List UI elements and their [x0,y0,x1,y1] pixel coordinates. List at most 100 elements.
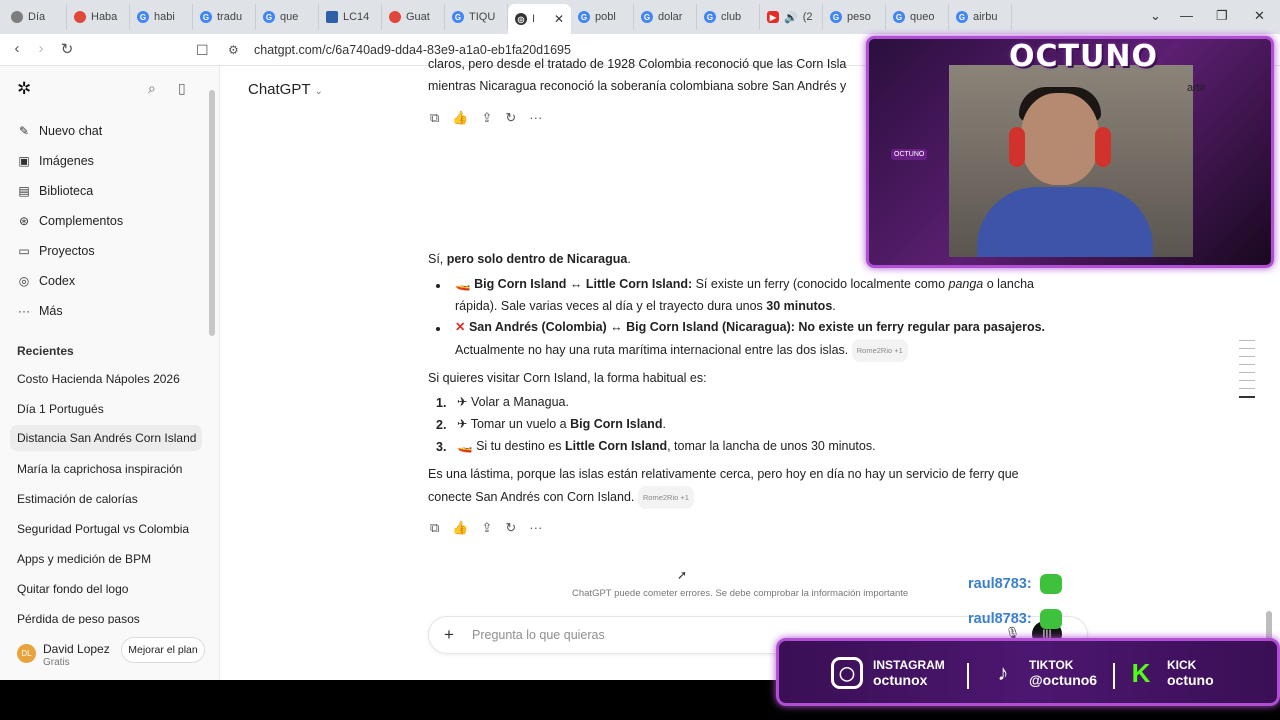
sidebar-item-plugins[interactable]: ⊛ Complementos [17,214,123,228]
text: . [832,298,836,313]
share-icon[interactable]: ⇪ [481,520,492,536]
chat-username: raul8783: [968,576,1032,592]
social-kick: K KICK octuno [1125,657,1214,689]
sidebar-item-more[interactable]: ··· Más [17,304,63,318]
thumbs-icon[interactable]: 👍 [452,110,468,126]
share-icon[interactable]: ⇪ [481,110,492,126]
cross-icon: ✕ [455,320,466,334]
text: rápida). Sale varias veces al día y el t… [455,298,767,313]
message-actions: ⧉ 👍 ⇪ ↻ ··· [430,110,542,126]
browser-tab[interactable]: Gpobl [571,4,634,30]
bookmark-icon[interactable]: ☐ [196,42,209,59]
user-plan: Gratis [43,657,70,668]
reload-icon[interactable]: ↻ [54,40,80,58]
browser-tab[interactable]: Gclub [697,4,760,30]
plane-icon: ✈ [457,417,468,431]
sidebar-item-library[interactable]: ▤ Biblioteca [17,184,93,198]
browser-tab[interactable]: ▶ 🔊 (2 [760,4,823,30]
model-selector[interactable]: ChatGPT ⌄ [248,81,323,98]
chatgpt-logo-icon[interactable]: ✲ [17,80,35,98]
thumbs-icon[interactable]: 👍 [452,520,468,536]
sidebar-scrollbar[interactable] [209,90,215,336]
recent-chat-active[interactable]: Distancia San Andrés Corn Island [10,425,202,451]
browser-tab[interactable]: Guat [382,4,445,30]
copy-icon[interactable]: ⧉ [430,110,439,126]
recent-chat[interactable]: Costo Hacienda Nápoles 2026 [17,372,180,386]
tab-label: club [721,11,742,23]
sidebar-toggle-icon[interactable]: ▯ [178,80,186,97]
recent-chat[interactable]: Estimación de calorías [17,492,138,506]
browser-tab[interactable]: Ghabi [130,4,193,30]
tab-label: queo [910,11,935,23]
browser-tab[interactable]: G TIQU [445,4,508,30]
recent-chat[interactable]: Quitar fondo del logo [17,582,128,596]
stream-chat-message: raul8783: [968,574,1062,594]
tab-label: Guat [406,11,430,23]
webcam-overlay: OCTUNO OCTUNO [866,36,1274,268]
site-info-icon[interactable]: ⚙ [228,43,239,57]
plus-icon[interactable]: + [444,625,454,645]
recent-chat[interactable]: María la caprichosa inspiración [17,462,182,476]
headset-icon [1009,127,1025,167]
restore-icon[interactable]: ❐ [1216,8,1228,24]
main-scrollbar[interactable] [1266,611,1272,641]
regenerate-icon[interactable]: ↻ [505,520,516,536]
search-icon[interactable]: ⌕ [148,80,156,97]
social-links-bar: ◯ INSTAGRAM octunox ♪ TIKTOK @octuno6 K KI… [776,638,1280,706]
browser-tab[interactable]: Gque [256,4,319,30]
sidebar-item-label: Proyectos [39,244,95,258]
conversation-minimap[interactable] [1239,340,1255,405]
window-close-icon[interactable]: ✕ [1254,8,1265,24]
close-icon[interactable]: ✕ [554,12,564,26]
recent-chat[interactable]: Apps y medición de BPM [17,552,151,566]
browser-tab[interactable]: Haba [67,4,130,30]
copy-icon[interactable]: ⧉ [430,520,439,536]
more-icon: ··· [18,304,30,318]
browser-tab-active[interactable]: ◎ I ✕ [508,4,571,34]
sidebar-item-new-chat[interactable]: ✎ Nuevo chat [17,124,102,138]
browser-tab[interactable]: Día [4,4,67,30]
webcam-video [949,65,1193,257]
social-network: TIKTOK [1029,658,1074,672]
recent-chat[interactable]: Seguridad Portugal vs Colombia [17,522,189,536]
list-item: 🚤 Si tu destino es Little Corn Island, t… [457,436,876,458]
browser-tab[interactable]: Gdolar [634,4,697,30]
text-italic: panga [948,277,984,291]
sidebar-item-images[interactable]: ▣ Imágenes [17,154,94,168]
tab-label: pobl [595,11,616,23]
text: conecte San Andrés con Corn Island. [428,489,635,504]
text-bold: pero solo dentro de Nicaragua [446,252,628,266]
browser-tab[interactable]: LC14 [319,4,382,30]
stream-brand-logo: OCTUNO [1009,39,1158,74]
recent-chat[interactable]: Día 1 Portugués [17,402,104,416]
sidebar-item-label: Biblioteca [39,184,94,198]
more-icon[interactable]: ··· [529,520,542,536]
bullet-no-ferry: ✕ San Andrés (Colombia) ↔ Big Corn Islan… [455,317,1095,362]
source-chip[interactable]: Rome2Rio +1 [851,338,908,362]
browser-tab[interactable]: Gairbu [949,4,1012,30]
browser-tab[interactable]: Gtradu [193,4,256,30]
tab-search-icon[interactable]: ⌄ [1150,8,1161,24]
social-handle: octuno [1167,672,1214,688]
browser-tab[interactable]: Gqueo [886,4,949,30]
stream-chat-message: raul8783: [968,609,1062,629]
bot-avatar-icon [1039,609,1062,629]
back-icon[interactable]: ‹ [4,40,30,57]
prompt-input[interactable]: Pregunta lo que quieras [472,628,605,642]
avatar: DL [17,644,36,663]
google-favicon-icon: G [893,11,905,23]
upgrade-plan-button[interactable]: Mejorar el plan [121,637,205,663]
sidebar-item-codex[interactable]: ◎ Codex [17,274,75,288]
source-chip[interactable]: Rome2Rio +1 [637,485,694,509]
share-label-partial[interactable]: artir [1187,82,1206,94]
forward-icon[interactable]: › [28,40,54,57]
sidebar-item-projects[interactable]: ▭ Proyectos [17,244,95,258]
text-bold: Big Corn Island ↔ Little Corn Island: [474,277,693,291]
recent-chat[interactable]: Pérdida de peso pasos [17,612,140,624]
browser-tab[interactable]: Gpeso [823,4,886,30]
more-icon[interactable]: ··· [529,110,542,126]
minimize-icon[interactable]: — [1180,8,1193,23]
regenerate-icon[interactable]: ↻ [505,110,516,126]
text: Tomar un vuelo a [470,417,571,431]
text-bold: Little Corn Island [565,439,668,453]
